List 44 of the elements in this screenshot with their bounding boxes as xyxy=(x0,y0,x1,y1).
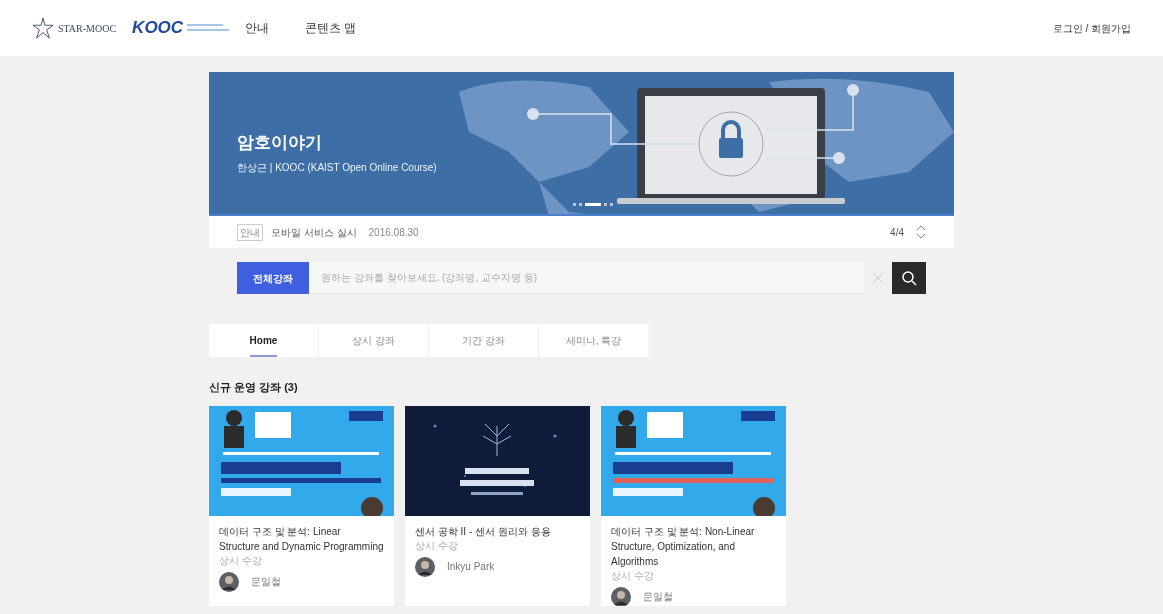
notice-counter: 4/4 xyxy=(890,225,904,240)
tab[interactable]: 상시 강좌 xyxy=(352,324,395,357)
tab[interactable]: 세미나, 특강 xyxy=(565,324,622,357)
notice-text[interactable]: 모바일 서비스 실시 xyxy=(271,224,357,240)
clear-icon[interactable] xyxy=(872,272,884,284)
course-subtitle: 한상근 | KOOC (KAIST Open Online Course) xyxy=(237,160,437,175)
course-title: 데이터 구조 및 분석: Linear Structure and Dynamic Programming xyxy=(219,524,384,554)
course-title: 센서 공학 II - 센서 원리와 응용 xyxy=(415,524,552,539)
tab[interactable]: 기간 강좌 xyxy=(462,324,505,357)
tab[interactable]: Home xyxy=(249,324,278,357)
course-mode: 상시 수강 xyxy=(415,538,459,553)
notice-tag: 안내 xyxy=(237,223,263,241)
search-icon xyxy=(901,270,917,286)
course-card[interactable]: 데이터 구조 및 분석: Linear Structure and Dynamic Programming 상시 수강 문일철 xyxy=(209,405,394,606)
slide-indicator[interactable] xyxy=(610,203,613,206)
slide-indicator[interactable] xyxy=(585,203,601,206)
all-courses-button[interactable]: 전체강좌 xyxy=(237,262,309,294)
up-down-arrows-icon[interactable] xyxy=(916,224,926,240)
nav-link[interactable]: 콘텐츠 맵 xyxy=(305,19,357,37)
instructor-name: 문일철 xyxy=(643,590,673,604)
instructor-name: 문일철 xyxy=(251,575,281,589)
avatar-icon xyxy=(611,586,631,606)
kooc-logo[interactable]: KOOC xyxy=(132,15,184,41)
course-title: 암호이야기 xyxy=(237,132,323,154)
search-field[interactable]: 원하는 강좌를 찾아보세요. (강좌명, 교수자명 등) xyxy=(309,262,864,294)
star-icon xyxy=(32,17,54,39)
login-signup-link[interactable]: 로그인 / 회원가입 xyxy=(1052,20,1131,36)
tagline-icon xyxy=(187,23,230,33)
slide-indicator[interactable] xyxy=(604,203,607,206)
instructor-name: Inkyu Park xyxy=(447,560,495,574)
course-card[interactable]: 데이터 구조 및 분석: Non-Linear Structure, Optimization, and Algorithms 상시 수강 문일철 xyxy=(601,405,786,606)
course-title: 데이터 구조 및 분석: Non-Linear Structure, Optimization, and Algorithms xyxy=(611,524,756,569)
notice-date: 2016.08.30 xyxy=(368,225,419,240)
search-button[interactable] xyxy=(892,262,926,294)
course-mode: 상시 수강 xyxy=(611,568,655,583)
course-card[interactable]: 센서 공학 II - 센서 원리와 응용 상시 수강 Inkyu Park xyxy=(405,405,590,606)
star-mooc-logo[interactable]: STAR-MOOC xyxy=(58,20,117,36)
avatar-icon xyxy=(415,556,435,577)
course-mode: 상시 수강 xyxy=(219,553,263,568)
nav-link[interactable]: 안내 xyxy=(245,19,270,37)
slide-indicator[interactable] xyxy=(579,203,582,206)
slide-indicator[interactable] xyxy=(573,203,576,206)
section-heading: 신규 운영 강좌 (3) xyxy=(209,380,299,395)
avatar-icon xyxy=(219,571,239,592)
